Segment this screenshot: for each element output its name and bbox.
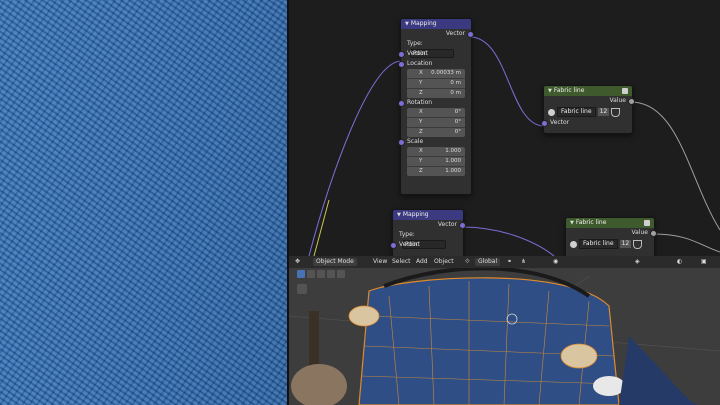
fabric-line-header[interactable]: ▼ Fabric line (544, 86, 632, 96)
scale-x-field[interactable]: X 1.000 (407, 147, 465, 157)
node-group-icon (644, 220, 650, 226)
socket-icon[interactable] (390, 242, 397, 249)
scale-y-field[interactable]: Y 1.000 (407, 157, 465, 167)
scale-input: Scale (398, 137, 471, 147)
snap-icon[interactable]: ⋔ (521, 258, 526, 266)
rotation-z-field[interactable]: Z 0° (407, 128, 465, 137)
group-selector[interactable]: Fabric line 12 (544, 106, 632, 118)
mode-select[interactable]: Object Mode (313, 258, 357, 266)
node-editor[interactable]: ▼ Mapping Vector Type:Point Vector Locati… (289, 0, 720, 256)
selection-mode-buttons (297, 270, 345, 280)
vector-output: Vector (401, 29, 474, 39)
chevron-down-icon[interactable]: ▼ (397, 212, 401, 218)
vector-input-3: Vector (541, 118, 632, 128)
location-z-field[interactable]: Z0 m (407, 89, 465, 98)
socket-icon[interactable] (398, 100, 405, 107)
select-invert-button[interactable] (327, 270, 335, 278)
rotation-y-field[interactable]: Y 0° (407, 118, 465, 128)
orientation-icon[interactable]: ⟐ (465, 258, 470, 266)
overlay-icon[interactable]: ◐ (677, 258, 682, 266)
cursor-tool-icon[interactable] (297, 284, 307, 294)
chevron-down-icon[interactable]: ▼ (405, 21, 409, 27)
fake-user-shield-icon[interactable] (633, 239, 643, 249)
chevron-down-icon[interactable]: ▼ (570, 220, 574, 226)
link-mapping-vector (469, 36, 545, 127)
menu-view[interactable]: View (373, 258, 387, 266)
location-input: Location (398, 59, 471, 69)
node-tree-icon[interactable] (548, 108, 555, 116)
location-y-field[interactable]: Y0 m (407, 79, 465, 89)
socket-icon[interactable] (628, 98, 635, 105)
location-x-field[interactable]: X 0.00033 m (407, 69, 465, 79)
select-extend-button[interactable] (307, 270, 315, 278)
xray-icon[interactable]: ▣ (701, 258, 707, 266)
visibility-icon[interactable]: ◈ (635, 258, 640, 266)
link-mapping2 (461, 226, 555, 256)
socket-icon[interactable] (398, 61, 405, 68)
type-row-2: Type:Point (393, 230, 463, 249)
value-output-2: Value (566, 228, 657, 238)
menu-object[interactable]: Object (434, 258, 454, 266)
socket-icon[interactable] (459, 222, 466, 229)
socket-icon[interactable] (541, 120, 548, 127)
chevron-down-icon[interactable]: ▼ (548, 88, 552, 94)
select-new-button[interactable] (297, 270, 305, 278)
rotation-x-field[interactable]: X 0° (407, 108, 465, 118)
node-group-icon (622, 88, 628, 94)
fabric-line-node-2[interactable]: ▼ Fabric line Value Fabric line 12 (565, 217, 657, 256)
editor-type-icon[interactable]: ✥ (295, 258, 300, 266)
menu-select[interactable]: Select (392, 258, 411, 266)
socket-icon[interactable] (398, 139, 405, 146)
menu-add[interactable]: Add (416, 258, 428, 266)
select-subtract-button[interactable] (317, 270, 325, 278)
viewport-scene (289, 266, 720, 405)
socket-icon[interactable] (467, 31, 474, 38)
mapping-node-2[interactable]: ▼ Mapping Vector Type:Point Vector (390, 209, 466, 256)
pivot-icon[interactable]: ⚭ (507, 258, 512, 266)
vector-input-2: Vector (390, 240, 463, 250)
mapping-node[interactable]: ▼ Mapping Vector Type:Point Vector Locati… (398, 18, 474, 195)
link-fabric1-value (630, 101, 720, 231)
vector-output-2: Vector (393, 220, 466, 230)
scale-z-field[interactable]: Z 1.000 (407, 167, 465, 176)
3d-viewport[interactable]: ✥ Object Mode View Select Add Object ⟐ G… (289, 256, 720, 405)
type-row: Type:Point (401, 39, 471, 58)
viewport-header: ✥ Object Mode View Select Add Object ⟐ G… (289, 256, 720, 268)
proportional-edit-icon[interactable]: ◉ (553, 258, 558, 266)
link-to-mapping1 (308, 60, 402, 256)
group-selector-2[interactable]: Fabric line 12 (566, 238, 654, 250)
fabric-line-2-header[interactable]: ▼ Fabric line (566, 218, 654, 228)
fabric-line-node[interactable]: ▼ Fabric line Value Fabric line 12 Vector (541, 85, 635, 134)
vector-input: Vector (398, 49, 471, 59)
rotation-input: Rotation (398, 98, 471, 108)
select-intersect-button[interactable] (337, 270, 345, 278)
node-links (308, 36, 720, 256)
socket-icon[interactable] (398, 51, 405, 58)
fabric-render-preview (0, 0, 287, 405)
fake-user-shield-icon[interactable] (611, 107, 621, 117)
socket-icon[interactable] (650, 230, 657, 237)
link-fabric2-value (652, 233, 720, 253)
node-tree-icon[interactable] (570, 240, 577, 248)
mapping-node-2-header[interactable]: ▼ Mapping (393, 210, 463, 220)
value-output: Value (544, 96, 635, 106)
mapping-node-header[interactable]: ▼ Mapping (401, 19, 471, 29)
orientation-select[interactable]: Global (475, 258, 501, 266)
